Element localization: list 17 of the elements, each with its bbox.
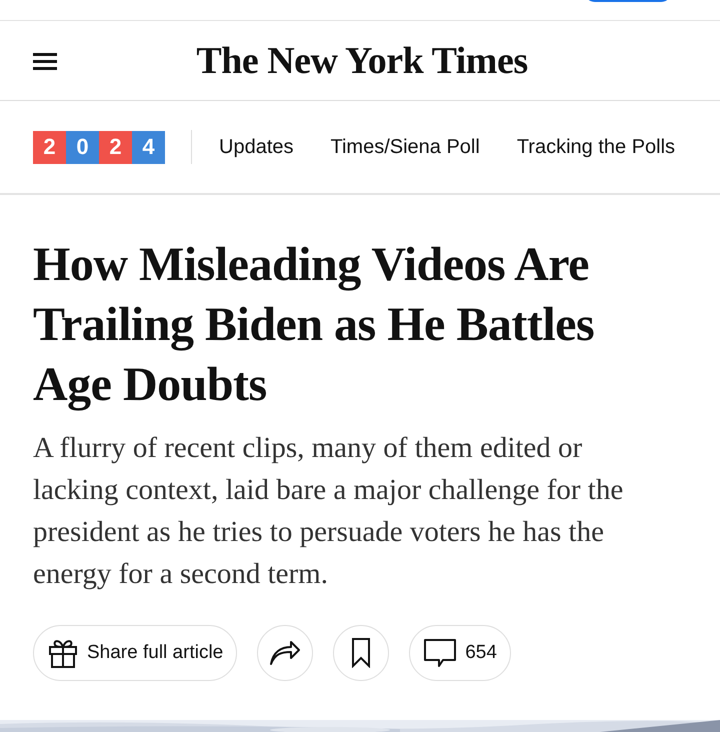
summary: A flurry of recent clips, many of them edited or lacking context, laid bare a major challenge for the president as he tries to persuade voters he has the energy for a second term.	[33, 431, 624, 592]
comments-button[interactable]: 654	[409, 625, 511, 681]
logo[interactable]: The New York Times	[192, 38, 528, 82]
nav-link[interactable]: Times/Siena Poll	[330, 136, 480, 158]
share-article-button[interactable]: Share full article	[33, 625, 238, 681]
year-badge-digit: 2	[99, 130, 132, 164]
year-badge-digit: 4	[132, 130, 165, 164]
year-badge-digit: 2	[33, 130, 66, 164]
nav-link[interactable]: Tracking the Polls	[516, 136, 676, 158]
nav-link[interactable]: Updates	[219, 136, 294, 158]
share-arrow-icon	[269, 640, 302, 666]
year-badge-digit: 0	[66, 130, 99, 164]
gift-icon	[47, 637, 79, 669]
bookmark-icon	[351, 638, 372, 668]
comment-icon	[423, 638, 458, 668]
headline: How Misleading Videos Are Trailing Biden as He Battles Age Doubts	[33, 237, 596, 413]
menu-icon[interactable]	[33, 52, 57, 70]
